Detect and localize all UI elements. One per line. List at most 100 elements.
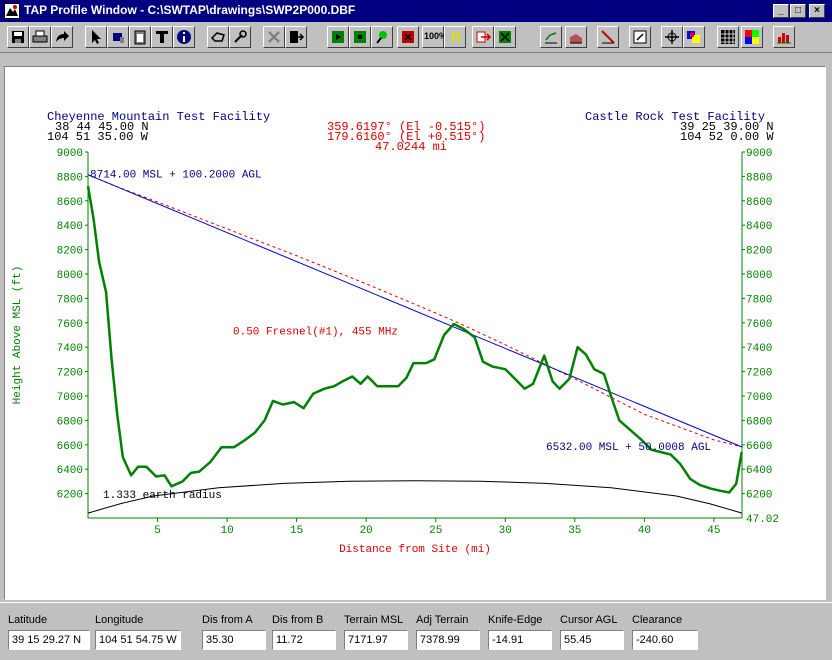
text-button[interactable]: [151, 26, 173, 48]
y-tick-label-left: 7400: [57, 343, 83, 355]
maximize-button[interactable]: □: [790, 4, 806, 18]
dis-from-a-value: 35.30: [202, 630, 266, 650]
close-button[interactable]: ×: [809, 4, 825, 18]
toolbar: 100% R: [0, 22, 832, 53]
wrench-button[interactable]: [229, 26, 251, 48]
y-tick-label-left: 6800: [57, 416, 83, 428]
y-tick-label-right: 7800: [746, 294, 772, 306]
chart-icon: [777, 33, 791, 44]
pointer-button[interactable]: [85, 26, 107, 48]
cursor-agl-value: 55.45: [560, 630, 624, 650]
info-icon: [177, 30, 191, 44]
wrench-icon: [234, 30, 247, 43]
longitude-value: 104 51 54.75 W: [95, 630, 181, 650]
green-pin-button[interactable]: [371, 26, 393, 48]
green-tool-3-button[interactable]: [494, 26, 516, 48]
redo-button[interactable]: [51, 26, 73, 48]
clearance-value: -240.60: [632, 630, 698, 650]
exit-icon: [290, 31, 304, 43]
x-axis-label: Distance from Site (mi): [339, 544, 491, 556]
export-button[interactable]: [472, 26, 494, 48]
paint-icon: [113, 33, 124, 43]
window-title: TAP Profile Window - C:\SWTAP\drawings\S…: [24, 3, 356, 17]
palette-button[interactable]: [683, 26, 705, 48]
latitude-value: 39 15 29.27 N: [8, 630, 90, 650]
y-tick-label-right: 7000: [746, 392, 772, 404]
dis-from-a-label: Dis from A: [202, 614, 253, 626]
terrain-msl-value: 7171.97: [344, 630, 408, 650]
profile-area-icon: [570, 34, 582, 44]
color-grid-button[interactable]: [741, 26, 763, 48]
clipboard-icon: [134, 30, 146, 45]
y-tick-label-left: 6200: [57, 490, 83, 502]
move-button[interactable]: [661, 26, 683, 48]
info-button[interactable]: [173, 26, 195, 48]
print-button[interactable]: [29, 26, 51, 48]
y-tick-label-right: 8000: [746, 270, 772, 282]
save-icon: [12, 31, 24, 43]
save-button[interactable]: [7, 26, 29, 48]
green-tool-2-button[interactable]: [349, 26, 371, 48]
green-tool-1-button[interactable]: [327, 26, 349, 48]
edit-icon: [633, 30, 647, 44]
grid-button[interactable]: [717, 26, 739, 48]
app-icon[interactable]: [4, 3, 20, 19]
green-icon-3: [499, 31, 511, 43]
terrain-profile-chart[interactable]: 6200 6200 6400 6400 6600 6600 6800 6800 7000 7000…: [5, 67, 825, 599]
r-button[interactable]: R: [444, 26, 466, 48]
zoom-100-button[interactable]: 100%: [422, 26, 447, 48]
chart-button[interactable]: [773, 26, 795, 48]
x-tick-label: 30: [499, 525, 512, 537]
y-tick-label-right: 6200: [746, 490, 772, 502]
text-icon: [156, 31, 168, 43]
edit-button[interactable]: [629, 26, 651, 48]
clipboard-button[interactable]: [129, 26, 151, 48]
profile-canvas[interactable]: Cheyenne Mountain Test Facility 38 44 45…: [4, 66, 826, 600]
y-tick-label-left: 8400: [57, 221, 83, 233]
delete-button[interactable]: [263, 26, 285, 48]
y-tick-label-left: 8600: [57, 197, 83, 209]
fresnel-label: 0.50 Fresnel(#1), 455 MHz: [233, 326, 398, 338]
dis-from-b-label: Dis from B: [272, 614, 324, 626]
hand-button[interactable]: [207, 26, 229, 48]
latitude-label: Latitude: [8, 614, 48, 626]
antenna-b-label: 6532.00 MSL + 50.0008 AGL: [546, 442, 711, 454]
color-grid-icon: [745, 30, 759, 44]
antenna-a-label: 8714.00 MSL + 100.2000 AGL: [90, 170, 262, 182]
x-tick-label: 45: [707, 525, 720, 537]
y-tick-label-left: 8800: [57, 172, 83, 184]
x-tick-label: 20: [360, 525, 373, 537]
x-tick-label: 40: [638, 525, 651, 537]
y-tick-label-right: 8200: [746, 246, 772, 258]
minimize-button[interactable]: _: [773, 4, 789, 18]
terrain-msl-label: Terrain MSL: [344, 614, 404, 626]
y-tick-label-left: 8200: [57, 246, 83, 258]
profile-area-button[interactable]: [565, 26, 587, 48]
profile-line-icon: [545, 32, 557, 44]
x-tick-label: 5: [154, 525, 161, 537]
redo-arrow-icon: [56, 31, 69, 42]
exit-button[interactable]: [285, 26, 307, 48]
profile-line-button[interactable]: [540, 26, 562, 48]
print-icon: [32, 30, 48, 43]
x-tick-label: 10: [220, 525, 233, 537]
paint-button[interactable]: [107, 26, 129, 48]
y-tick-label-right: 8600: [746, 197, 772, 209]
adj-terrain-label: Adj Terrain: [416, 614, 469, 626]
y-tick-label-right: 7200: [746, 368, 772, 380]
x-tick-label: 25: [429, 525, 442, 537]
y-tick-label-right: 6400: [746, 465, 772, 477]
clearance-label: Clearance: [632, 614, 683, 626]
delete-icon: [268, 31, 280, 43]
knife-edge-label: Knife-Edge: [488, 614, 543, 626]
red-tool-button[interactable]: [397, 26, 419, 48]
cursor-agl-label: Cursor AGL: [560, 614, 618, 626]
y-tick-label-right: 7600: [746, 319, 772, 331]
x-tick-label: 15: [290, 525, 303, 537]
knife-edge-value: -14.91: [488, 630, 552, 650]
y-tick-label-right: 9000: [746, 148, 772, 160]
y-tick-label-left: 7200: [57, 368, 83, 380]
profile-cut-button[interactable]: [597, 26, 619, 48]
profile-cut-icon: [601, 30, 615, 44]
r-icon: R: [451, 29, 462, 45]
